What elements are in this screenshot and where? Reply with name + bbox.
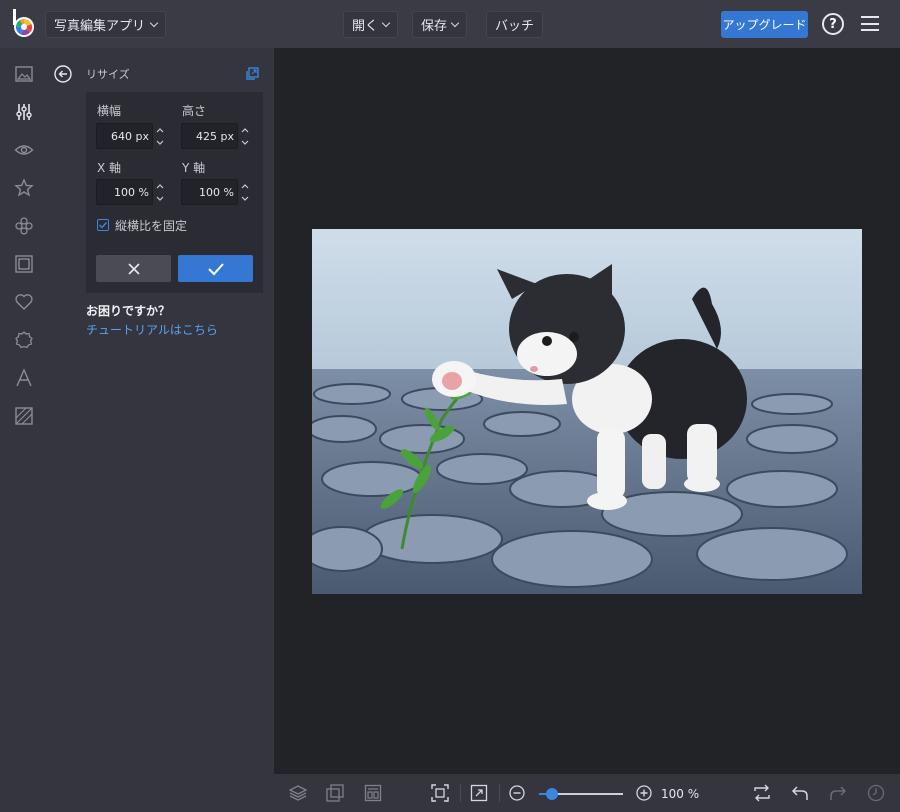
- x-scale-stepper[interactable]: [154, 179, 166, 205]
- aspect-lock-checkbox[interactable]: [97, 219, 109, 231]
- checkmark-icon: [99, 222, 108, 229]
- heart-icon[interactable]: [14, 292, 34, 312]
- tutorial-link[interactable]: チュートリアルはこちら: [86, 321, 218, 338]
- photo-image[interactable]: [312, 229, 862, 594]
- stepper-up-icon[interactable]: [239, 123, 251, 136]
- transform-icon[interactable]: [326, 784, 344, 802]
- app-logo-icon[interactable]: [11, 9, 37, 39]
- help-icon[interactable]: ?: [822, 13, 844, 35]
- stepper-down-icon[interactable]: [154, 136, 166, 149]
- open-button[interactable]: 開く: [343, 11, 399, 38]
- layout-icon[interactable]: [364, 784, 382, 802]
- compare-icon[interactable]: [753, 784, 771, 802]
- y-scale-stepper[interactable]: [239, 179, 251, 205]
- zoom-in-icon[interactable]: [635, 784, 653, 802]
- x-scale-input[interactable]: 100 %: [96, 179, 153, 205]
- batch-button[interactable]: バッチ: [486, 11, 544, 38]
- y-axis-label: Y 軸: [182, 161, 206, 175]
- height-label: 高さ: [182, 104, 207, 118]
- history-icon[interactable]: [867, 784, 885, 802]
- y-scale-input[interactable]: 100 %: [181, 179, 238, 205]
- app-title: 写真編集アプリ: [54, 19, 146, 34]
- tool-rail: [0, 48, 48, 812]
- height-input[interactable]: 425 px: [181, 123, 238, 149]
- width-stepper[interactable]: [154, 123, 166, 149]
- open-label: 開く: [352, 19, 379, 34]
- cancel-button[interactable]: [96, 255, 171, 282]
- texture-icon[interactable]: [14, 406, 34, 426]
- menu-icon[interactable]: [861, 16, 879, 31]
- text-icon[interactable]: [14, 368, 34, 388]
- panel-title: リサイズ: [86, 68, 130, 81]
- zoom-slider-handle[interactable]: [545, 788, 558, 800]
- stepper-up-icon[interactable]: [239, 179, 251, 192]
- stepper-up-icon[interactable]: [154, 179, 166, 192]
- undo-icon[interactable]: [791, 784, 809, 802]
- zoom-value: 100 %: [661, 787, 700, 801]
- flower-icon[interactable]: [14, 216, 34, 236]
- stepper-down-icon[interactable]: [154, 192, 166, 205]
- fit-screen-icon[interactable]: [431, 784, 449, 802]
- chevron-down-icon: [450, 18, 460, 28]
- divider: [460, 784, 461, 802]
- width-input[interactable]: 640 px: [96, 123, 153, 149]
- expand-icon[interactable]: [470, 784, 488, 802]
- x-axis-label: X 軸: [97, 161, 122, 175]
- redo-icon[interactable]: [829, 784, 847, 802]
- upgrade-button[interactable]: アップグレード: [721, 11, 808, 38]
- height-stepper[interactable]: [239, 123, 251, 149]
- eye-icon[interactable]: [14, 140, 34, 160]
- aspect-lock-label[interactable]: 縦横比を固定: [115, 217, 187, 234]
- stepper-down-icon[interactable]: [239, 192, 251, 205]
- frame-icon[interactable]: [14, 254, 34, 274]
- star-icon[interactable]: [14, 178, 34, 198]
- zoom-out-icon[interactable]: [508, 784, 526, 802]
- stepper-down-icon[interactable]: [239, 136, 251, 149]
- image-icon[interactable]: [14, 64, 34, 84]
- layers-icon[interactable]: [288, 784, 308, 802]
- sliders-icon[interactable]: [14, 102, 34, 122]
- top-bar: 写真編集アプリ 開く 保存 バッチ アップグレード ?: [0, 0, 900, 48]
- chevron-down-icon: [381, 18, 391, 28]
- chevron-down-icon: [149, 18, 159, 28]
- check-icon: [207, 262, 224, 275]
- divider: [499, 784, 500, 802]
- help-question: お困りですか？: [86, 304, 171, 318]
- save-label: 保存: [421, 19, 448, 34]
- back-arrow-icon[interactable]: [54, 65, 72, 83]
- width-label: 横幅: [97, 104, 122, 118]
- apply-button[interactable]: [178, 255, 253, 282]
- badge-icon[interactable]: [14, 330, 34, 350]
- save-button[interactable]: 保存: [412, 11, 468, 38]
- batch-label: バッチ: [495, 19, 535, 34]
- app-menu-button[interactable]: 写真編集アプリ: [45, 11, 167, 38]
- stepper-up-icon[interactable]: [154, 123, 166, 136]
- close-icon: [127, 262, 140, 275]
- copy-icon[interactable]: [245, 67, 259, 81]
- panel-back-strip: [48, 48, 76, 812]
